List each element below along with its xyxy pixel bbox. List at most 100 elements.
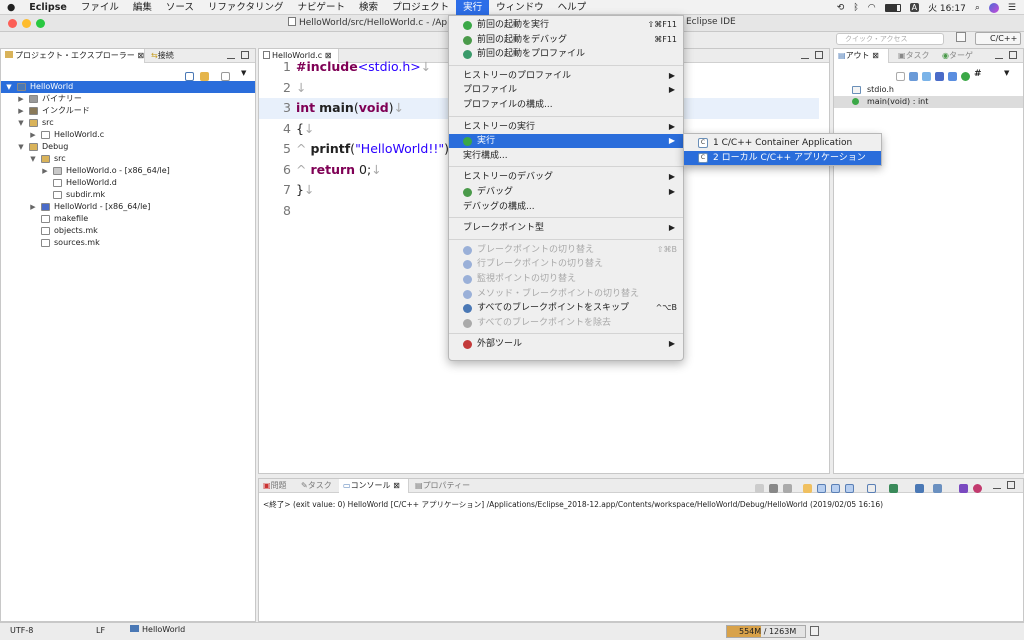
close-tab-icon[interactable]: ⊠ — [137, 51, 144, 60]
run-menu-item[interactable]: デバッグの構成... — [449, 200, 683, 214]
hide-inactive-icon[interactable] — [948, 72, 957, 81]
console-output[interactable]: <終了> (exit value: 0) HelloWorld [C/C++ ア… — [263, 499, 1019, 510]
open-console-icon[interactable] — [915, 484, 924, 493]
minimize-view-icon[interactable] — [995, 51, 1003, 59]
input-method-badge[interactable]: A — [909, 3, 920, 12]
filter-icon[interactable] — [221, 72, 230, 81]
collapsed-arrow-icon[interactable]: ▶ — [29, 201, 37, 213]
tree-item[interactable]: ▼ src — [1, 117, 255, 129]
display-console-icon[interactable] — [889, 484, 898, 493]
menu-app-eclipse[interactable]: Eclipse — [22, 0, 74, 15]
run-menu-item[interactable]: すべてのブレークポイントをスキップ ^⌥B — [449, 301, 683, 315]
apple-menu-icon[interactable]: ● — [0, 0, 22, 15]
maximize-view-icon[interactable] — [241, 51, 249, 59]
maximize-view-icon[interactable] — [1007, 481, 1015, 489]
scroll-lock-icon[interactable] — [817, 484, 826, 493]
view-menu-icon[interactable]: ▼ — [241, 69, 246, 77]
remove-all-icon[interactable] — [783, 484, 792, 493]
run-menu-item[interactable]: プロファイルの構成... — [449, 98, 683, 112]
tree-item[interactable]: objects.mk — [1, 225, 255, 237]
tree-item[interactable]: makefile — [1, 213, 255, 225]
hash-icon[interactable]: # — [974, 69, 982, 79]
maximize-view-icon[interactable] — [1009, 51, 1017, 59]
menu-help[interactable]: ヘルプ — [551, 0, 594, 15]
collapsed-arrow-icon[interactable]: ▶ — [29, 129, 37, 141]
sort-icon[interactable] — [896, 72, 905, 81]
minimize-window-button[interactable] — [22, 19, 31, 28]
outline-item-include[interactable]: stdio.h — [834, 84, 1023, 96]
close-tab-icon[interactable]: ⊠ — [872, 51, 879, 60]
link-with-editor-icon[interactable] — [200, 72, 209, 81]
run-menu-item[interactable]: 前回の起動をプロファイル — [449, 47, 683, 61]
tree-item[interactable]: ▶ バイナリー — [1, 93, 255, 105]
run-configuration-item[interactable]: C 2 ローカル C/C++ アプリケーション — [684, 151, 881, 165]
tree-item[interactable]: sources.mk — [1, 237, 255, 249]
collapsed-arrow-icon[interactable]: ▶ — [17, 93, 25, 105]
collapsed-arrow-icon[interactable]: ▶ — [41, 165, 49, 177]
tree-item[interactable]: ▶ HelloWorld.o - [x86_64/le] — [1, 165, 255, 177]
expanded-arrow-icon[interactable]: ▼ — [17, 117, 25, 129]
tab-project-explorer[interactable]: プロジェクト・エクスプローラー ⊠ — [1, 49, 145, 63]
view-menu-icon[interactable]: ▼ — [1004, 69, 1009, 77]
menu-edit[interactable]: 編集 — [126, 0, 159, 15]
new-console-icon[interactable] — [933, 484, 942, 493]
menubar-clock[interactable]: 火 16:17 — [928, 1, 966, 14]
run-menu-item[interactable]: 前回の起動をデバッグ ⌘F11 — [449, 33, 683, 47]
run-menu-item[interactable]: 実行構成... — [449, 149, 683, 163]
spotlight-icon[interactable]: ⌕ — [975, 3, 980, 13]
siri-icon[interactable] — [988, 2, 999, 13]
menu-run[interactable]: 実行 — [456, 0, 490, 15]
minimize-view-icon[interactable] — [227, 51, 235, 59]
collapsed-arrow-icon[interactable]: ▶ — [17, 105, 25, 117]
tree-item[interactable]: ▼ Debug — [1, 141, 255, 153]
terminate-icon[interactable] — [755, 484, 764, 493]
quick-access-field[interactable]: クイック・アクセス — [836, 33, 944, 45]
hide-macros-icon[interactable] — [961, 72, 970, 81]
tree-item[interactable]: subdir.mk — [1, 189, 255, 201]
run-menu-item[interactable]: ヒストリーのプロファイル ▶ — [449, 69, 683, 83]
menu-file[interactable]: ファイル — [74, 0, 126, 15]
heap-status[interactable]: 554M / 1263M — [726, 625, 806, 638]
debug-console-icon[interactable] — [973, 484, 982, 493]
time-machine-icon[interactable]: ⟲ — [837, 3, 845, 13]
wifi-icon[interactable]: ◠ — [868, 3, 876, 13]
run-menu-item[interactable]: デバッグ ▶ — [449, 185, 683, 199]
tree-item[interactable]: ▶ インクルード — [1, 105, 255, 117]
expanded-arrow-icon[interactable]: ▼ — [5, 81, 13, 93]
menu-search[interactable]: 検索 — [352, 0, 385, 15]
tab-make-target[interactable]: ◉ターゲ — [938, 49, 980, 63]
run-menu-item[interactable]: ヒストリーのデバッグ ▶ — [449, 170, 683, 184]
menu-refactor[interactable]: リファクタリング — [201, 0, 291, 15]
show-on-output-icon[interactable] — [845, 484, 854, 493]
tree-item[interactable]: ▼ HelloWorld — [1, 81, 255, 93]
tab-task-list[interactable]: ▣タスク — [894, 49, 934, 63]
close-window-button[interactable] — [8, 19, 17, 28]
tab-tasks[interactable]: ✎タスク — [297, 479, 337, 493]
menu-project[interactable]: プロジェクト — [385, 0, 456, 15]
expanded-arrow-icon[interactable]: ▼ — [29, 153, 37, 165]
collapse-all-icon[interactable] — [185, 72, 194, 81]
run-menu-item[interactable]: 外部ツール ▶ — [449, 337, 683, 351]
run-menu-item[interactable]: 実行 ▶ — [449, 134, 683, 149]
expanded-arrow-icon[interactable]: ▼ — [17, 141, 25, 153]
console-settings-icon[interactable] — [959, 484, 968, 493]
notification-center-icon[interactable]: ☰ — [1008, 3, 1016, 13]
run-gc-icon[interactable] — [810, 626, 819, 636]
close-tab-icon[interactable]: ⊠ — [393, 481, 400, 490]
tab-problems[interactable]: ▣問題 — [259, 479, 293, 493]
clear-console-icon[interactable] — [803, 484, 812, 493]
tab-properties[interactable]: ▤プロパティー — [411, 479, 471, 493]
menu-source[interactable]: ソース — [159, 0, 201, 15]
run-menu-item[interactable]: プロファイル ▶ — [449, 83, 683, 97]
tree-item[interactable]: ▶ HelloWorld.c — [1, 129, 255, 141]
menu-window[interactable]: ウィンドウ — [489, 0, 551, 15]
zoom-window-button[interactable] — [36, 19, 45, 28]
minimize-view-icon[interactable] — [993, 481, 1001, 489]
tree-item[interactable]: HelloWorld.d — [1, 177, 255, 189]
menu-navigate[interactable]: ナビゲート — [291, 0, 353, 15]
tree-item[interactable]: ▶ HelloWorld - [x86_64/le] — [1, 201, 255, 213]
tab-console[interactable]: ▭コンソール ⊠ — [339, 479, 409, 493]
open-perspective-icon[interactable] — [956, 32, 966, 42]
perspective-cpp-button[interactable]: C/C++ — [975, 32, 1021, 45]
outline-item-main[interactable]: main(void) : int — [834, 96, 1023, 108]
